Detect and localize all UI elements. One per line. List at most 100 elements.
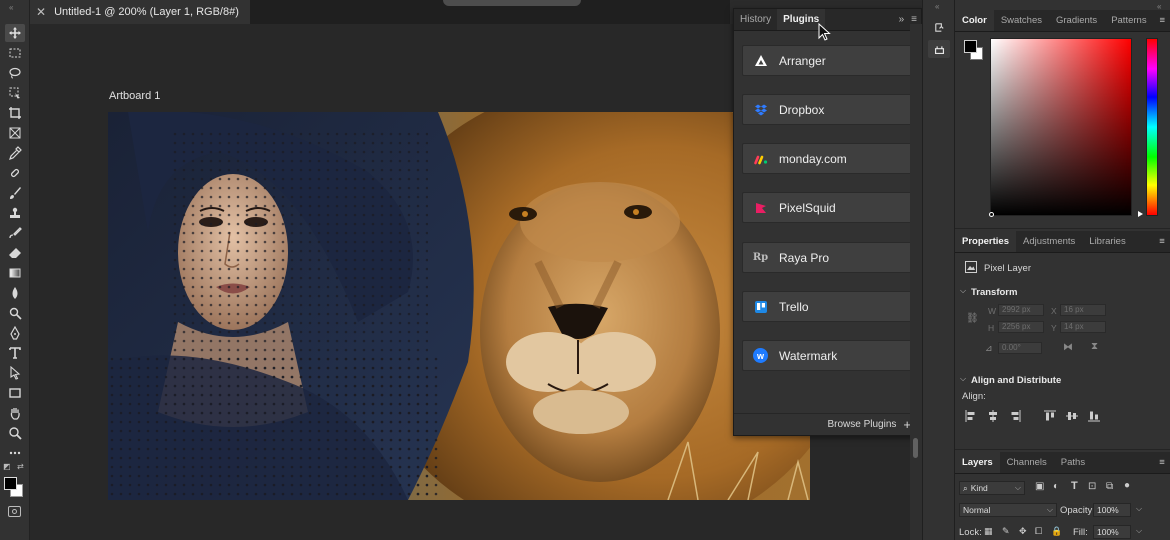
lock-transparent-icon[interactable]: ▦: [984, 526, 993, 537]
tab-properties[interactable]: Properties: [955, 231, 1016, 252]
foreground-color-swatch[interactable]: [4, 477, 17, 490]
width-field[interactable]: 2992 px: [998, 304, 1044, 316]
top-contextual-bar[interactable]: [443, 0, 581, 6]
crop-tool-icon[interactable]: [5, 104, 25, 122]
type-tool-icon[interactable]: [5, 344, 25, 362]
y-field[interactable]: 14 px: [1060, 321, 1106, 333]
gradient-tool-icon[interactable]: [5, 264, 25, 282]
filter-pixel-icon[interactable]: ▣: [1035, 481, 1044, 492]
composite-photo: [108, 112, 810, 500]
artboard-image[interactable]: [108, 112, 810, 500]
object-select-tool-icon[interactable]: [5, 84, 25, 102]
history-panel-icon[interactable]: [928, 18, 950, 36]
plugin-raya-pro[interactable]: Rp Raya Pro: [742, 242, 914, 273]
x-field[interactable]: 16 px: [1060, 304, 1106, 316]
tab-gradients[interactable]: Gradients: [1049, 10, 1104, 31]
align-vertical-center-icon[interactable]: [1066, 410, 1078, 422]
tab-patterns[interactable]: Patterns: [1104, 10, 1153, 31]
document-tab[interactable]: ✕ Untitled-1 @ 200% (Layer 1, RGB/8#): [30, 0, 250, 24]
rectangle-tool-icon[interactable]: [5, 384, 25, 402]
tab-channels[interactable]: Channels: [1000, 452, 1054, 473]
align-horizontal-center-icon[interactable]: [987, 410, 999, 422]
dodge-tool-icon[interactable]: [5, 304, 25, 322]
clone-stamp-tool-icon[interactable]: [5, 204, 25, 222]
blend-mode-dropdown[interactable]: Normal ⌵: [959, 503, 1057, 517]
history-brush-tool-icon[interactable]: [5, 224, 25, 242]
lock-pixels-icon[interactable]: ✎: [1002, 526, 1010, 537]
filter-type-icon[interactable]: T: [1071, 480, 1078, 492]
move-tool-icon[interactable]: [5, 24, 25, 42]
healing-brush-tool-icon[interactable]: [5, 164, 25, 182]
flip-horizontal-icon[interactable]: ⧓: [1063, 342, 1073, 353]
foreground-color-chip[interactable]: [964, 40, 977, 53]
color-panel-menu-icon[interactable]: ≡: [1154, 10, 1170, 31]
opacity-field[interactable]: 100%: [1093, 503, 1131, 517]
plugin-arranger[interactable]: Arranger: [742, 45, 914, 76]
more-tools-icon[interactable]: [5, 444, 25, 462]
dock-collapse-icon[interactable]: «: [935, 2, 939, 11]
align-top-icon[interactable]: [1044, 410, 1056, 422]
tab-layers[interactable]: Layers: [955, 452, 1000, 473]
filter-shape-icon[interactable]: ⊡: [1088, 481, 1096, 492]
tab-swatches[interactable]: Swatches: [994, 10, 1049, 31]
swap-colors-icon[interactable]: ⇄: [17, 462, 24, 471]
zoom-tool-icon[interactable]: [5, 424, 25, 442]
arranger-icon: [753, 53, 768, 68]
color-picker-field[interactable]: [989, 38, 1132, 217]
color-picker-handle[interactable]: [989, 212, 994, 217]
collapse-toolbar-icon[interactable]: «: [9, 3, 13, 12]
path-selection-tool-icon[interactable]: [5, 364, 25, 382]
align-left-icon[interactable]: [965, 410, 977, 422]
lasso-tool-icon[interactable]: [5, 64, 25, 82]
filter-smart-object-icon[interactable]: ⧉: [1106, 481, 1113, 492]
angle-field[interactable]: 0.00°: [998, 342, 1042, 354]
align-bottom-icon[interactable]: [1088, 410, 1100, 422]
transform-chevron-icon[interactable]: ⌵: [960, 286, 966, 296]
browse-plugins-button[interactable]: Browse Plugins +: [734, 413, 921, 435]
filter-toggle-icon[interactable]: ●: [1124, 480, 1130, 491]
opacity-chevron-icon[interactable]: ⌵: [1136, 504, 1142, 514]
close-document-icon[interactable]: ✕: [36, 5, 46, 19]
scrollbar-thumb[interactable]: [913, 438, 918, 458]
hue-slider-handle[interactable]: [1138, 211, 1143, 217]
layers-panel-menu-icon[interactable]: ≡: [1153, 452, 1170, 473]
canvas-vertical-scrollbar[interactable]: [910, 24, 922, 540]
tab-libraries[interactable]: Libraries: [1082, 231, 1132, 252]
expand-panel-icon[interactable]: »: [899, 14, 905, 25]
plugin-pixelsquid[interactable]: PixelSquid: [742, 192, 914, 223]
tab-adjustments[interactable]: Adjustments: [1016, 231, 1082, 252]
tab-color[interactable]: Color: [955, 10, 994, 31]
hand-tool-icon[interactable]: [5, 404, 25, 422]
plugin-trello[interactable]: Trello: [742, 291, 914, 322]
tab-history[interactable]: History: [734, 9, 777, 30]
height-field[interactable]: 2256 px: [998, 321, 1044, 333]
layer-filter-dropdown[interactable]: ⌕ Kind ⌵: [959, 481, 1025, 495]
eyedropper-tool-icon[interactable]: [5, 144, 25, 162]
pen-tool-icon[interactable]: [5, 324, 25, 342]
fill-chevron-icon[interactable]: ⌵: [1136, 526, 1142, 536]
blur-tool-icon[interactable]: [5, 284, 25, 302]
plugin-watermark[interactable]: w Watermark: [742, 340, 914, 371]
filter-adjustment-icon[interactable]: ◐: [1053, 481, 1059, 492]
align-chevron-icon[interactable]: ⌵: [960, 374, 966, 384]
marquee-tool-icon[interactable]: [5, 44, 25, 62]
lock-all-icon[interactable]: 🔒: [1051, 526, 1062, 537]
properties-panel-menu-icon[interactable]: ≡: [1153, 231, 1170, 252]
eraser-tool-icon[interactable]: [5, 244, 25, 262]
fill-field[interactable]: 100%: [1093, 525, 1131, 539]
plugin-monday[interactable]: monday.com: [742, 143, 914, 174]
tab-paths[interactable]: Paths: [1054, 452, 1092, 473]
frame-tool-icon[interactable]: [5, 124, 25, 142]
hue-slider[interactable]: [1146, 38, 1158, 216]
flip-vertical-icon[interactable]: ⧗: [1091, 341, 1098, 352]
align-right-icon[interactable]: [1009, 410, 1021, 422]
lock-artboard-icon[interactable]: ⧠: [1035, 526, 1042, 537]
plugin-dropbox[interactable]: Dropbox: [742, 94, 914, 125]
artboard-label[interactable]: Artboard 1: [109, 90, 160, 102]
default-colors-icon[interactable]: ◩: [3, 462, 11, 471]
brush-tool-icon[interactable]: [5, 184, 25, 202]
link-dimensions-icon[interactable]: ⛓: [966, 313, 979, 324]
plugins-panel-icon[interactable]: [928, 40, 950, 58]
quick-mask-icon[interactable]: [8, 506, 21, 517]
lock-position-icon[interactable]: ✥: [1019, 526, 1027, 537]
